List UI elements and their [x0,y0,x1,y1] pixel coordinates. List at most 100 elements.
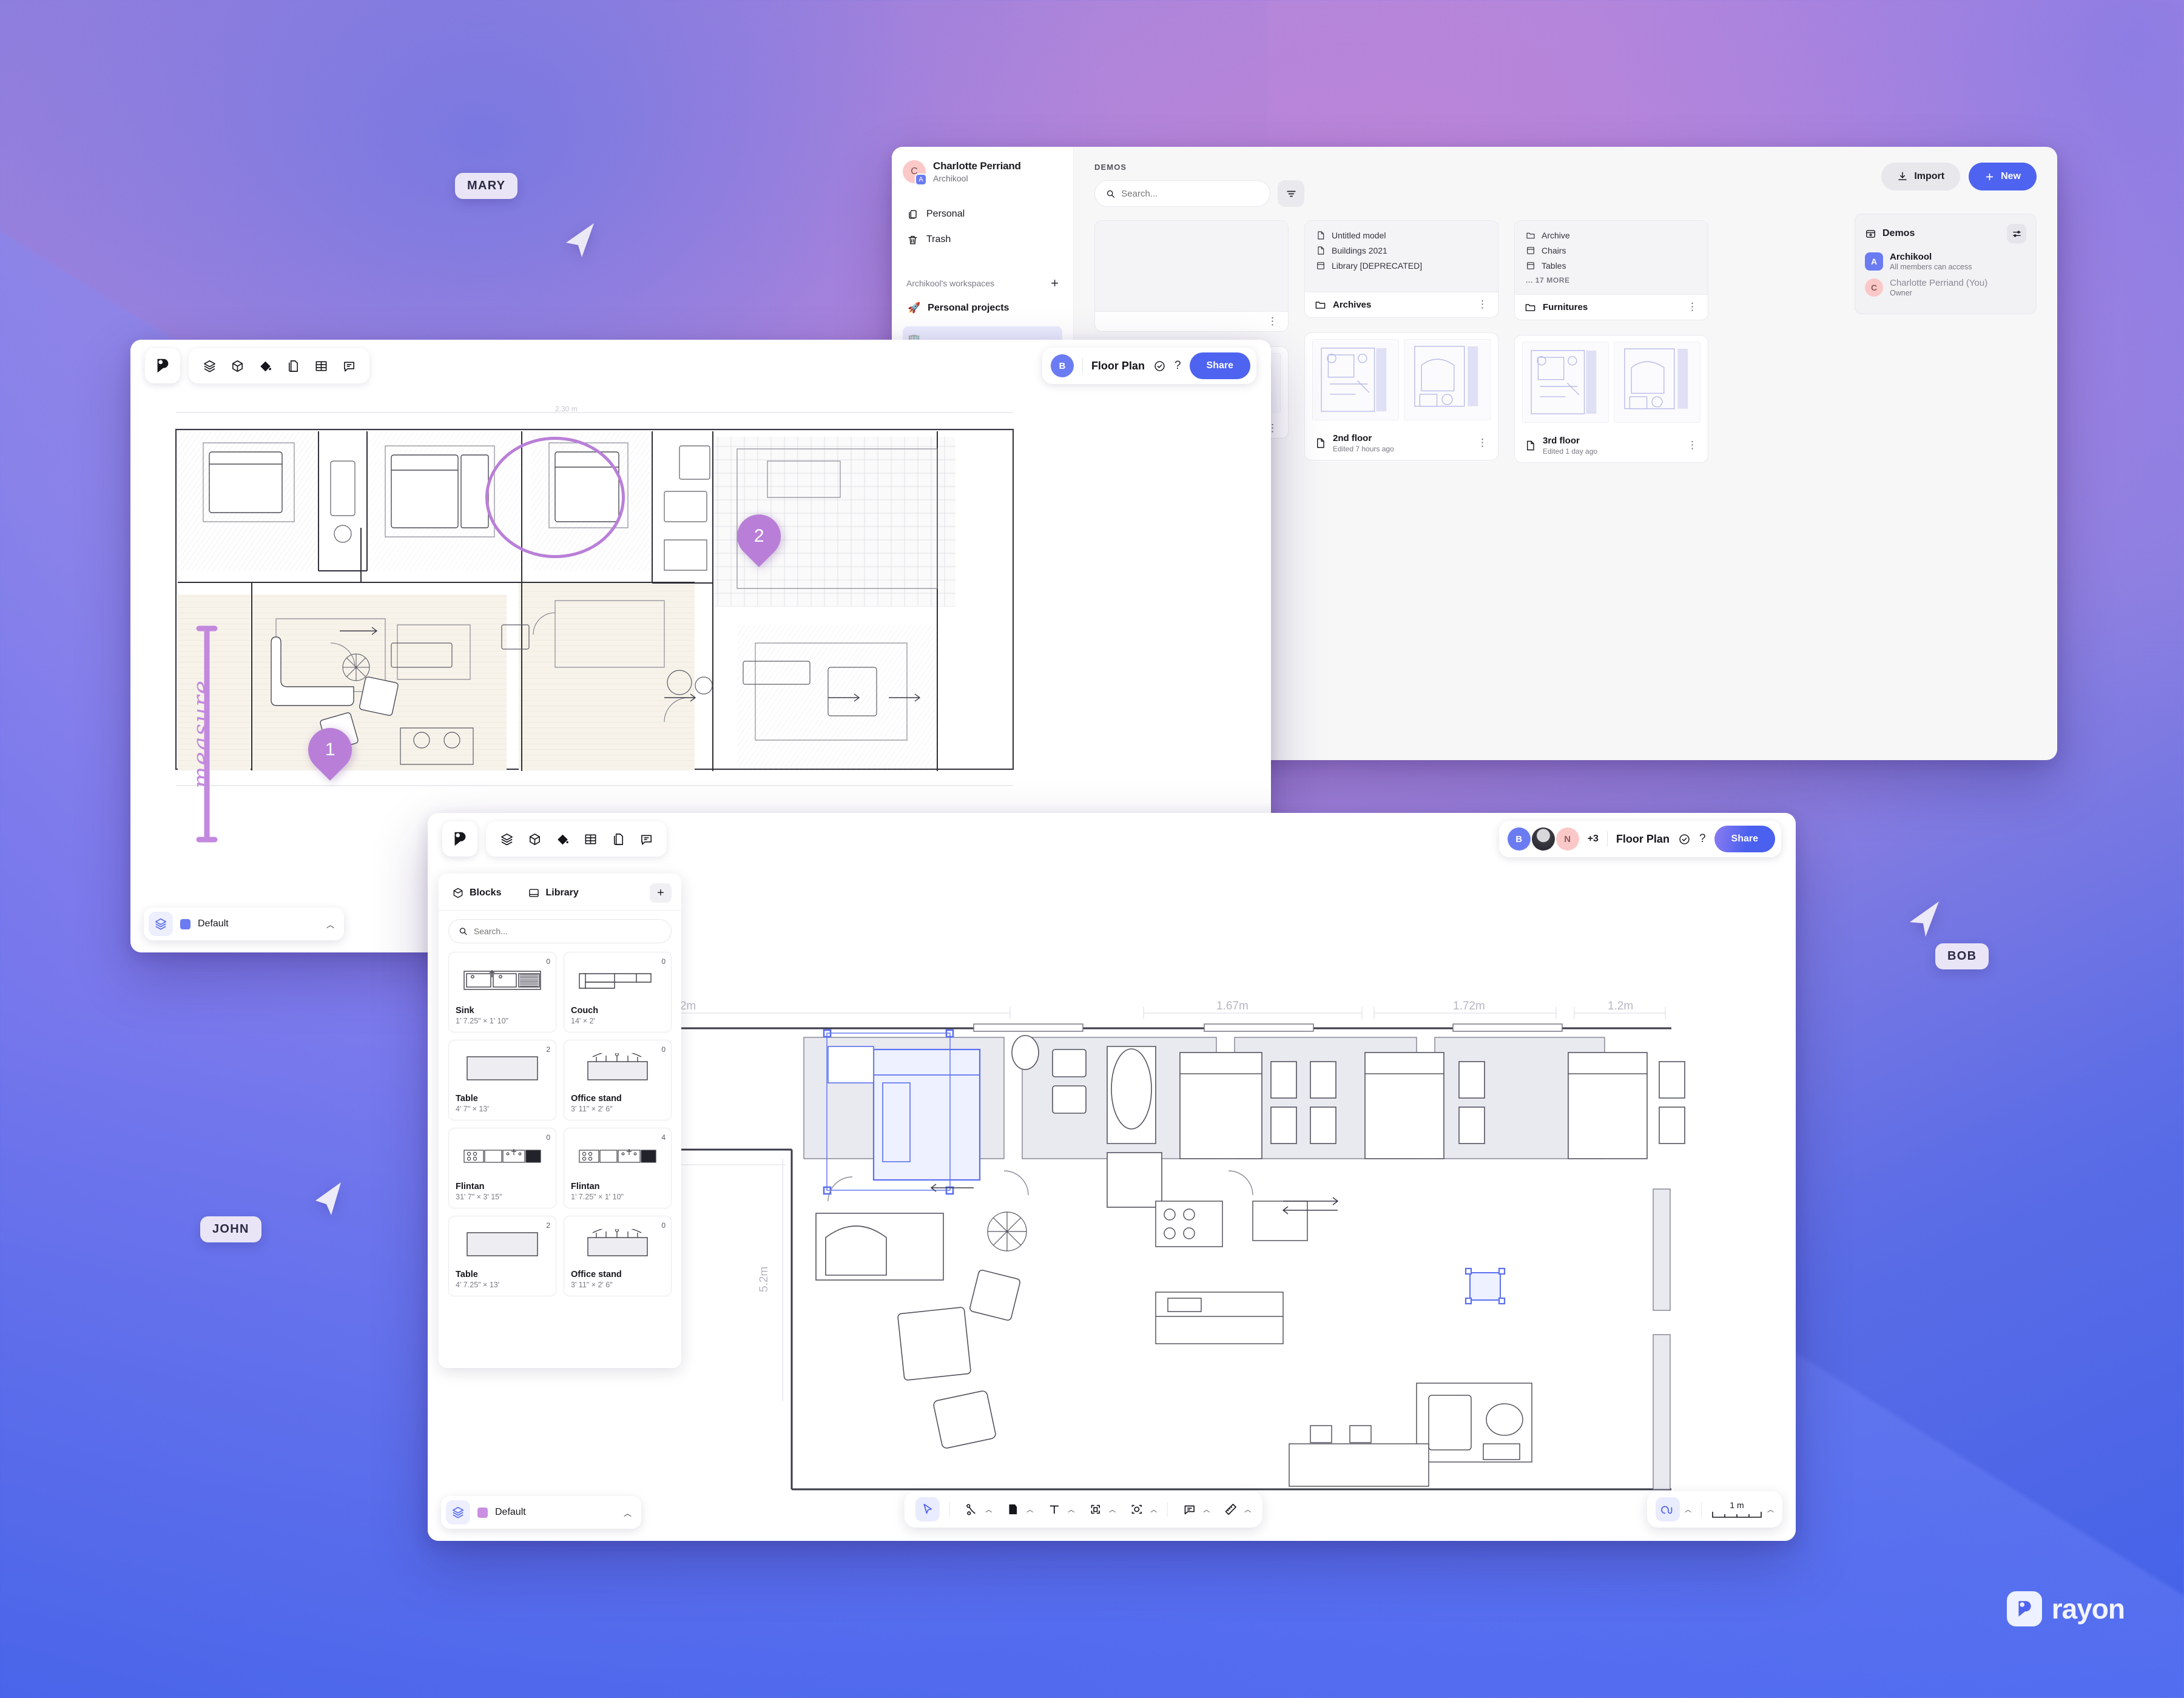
chevron-up-icon[interactable]: ︿ [624,1507,632,1518]
card-preview: Untitled model Buildings 2021 Library [D… [1305,221,1498,292]
card-menu-button[interactable]: ⋮ [1687,440,1698,450]
table-icon[interactable] [309,354,333,378]
frame-tool[interactable]: ︿ [1079,1497,1119,1521]
library-item-dimensions: 4' 7.25" × 13' [456,1281,500,1289]
library-item-dimensions: 1' 7.25" × 1' 10" [456,1017,508,1025]
help-button[interactable]: ? [1175,359,1181,372]
file-card-3rd-floor[interactable]: 3rd floor Edited 1 day ago ⋮ [1514,335,1708,463]
library-search-input[interactable] [473,926,661,936]
library-item[interactable]: 0 Office stand 3' 11" × 2' 6" [564,1216,672,1296]
comment-icon[interactable] [337,354,361,378]
filter-button[interactable] [1278,180,1304,207]
library-item[interactable]: 2 Table 4' 7" × 13' [448,1040,556,1120]
paint-bucket-icon[interactable] [253,354,277,378]
workspaces-header: Archikool's workspaces + [903,277,1062,290]
library-item[interactable]: 0 Sink 1' 7.25" × 1' 10" [448,952,556,1033]
magnet-icon[interactable] [1656,1497,1680,1521]
shape-tool[interactable]: ︿ [997,1497,1037,1521]
chevron-up-icon[interactable]: ︿ [1109,1504,1116,1514]
info-panel: Demos A Archikool All members can access… [1855,214,2037,314]
comment-icon[interactable] [634,827,658,851]
file-card-archives[interactable]: Untitled model Buildings 2021 Library [D… [1304,220,1498,318]
search-icon [1107,190,1115,198]
block-icon[interactable] [225,354,249,378]
settings-button[interactable] [2007,224,2026,243]
chevron-up-icon[interactable]: ︿ [1244,1504,1251,1514]
comment-pin-1[interactable]: 1 [299,719,361,781]
library-icon [1527,262,1534,269]
page-icon[interactable] [606,827,630,851]
check-circle-icon [1154,360,1165,371]
comment-pin-2[interactable]: 2 [728,505,790,567]
layer-selector-bottom[interactable]: Default ︿ [441,1496,641,1529]
layers-icon[interactable] [197,354,221,378]
chevron-up-icon[interactable]: ︿ [1068,1504,1074,1514]
file-card-2nd-floor[interactable]: 2nd floor Edited 7 hours ago ⋮ [1304,332,1498,460]
help-button[interactable]: ? [1699,832,1706,846]
layers-icon[interactable] [494,827,519,851]
sidebar-item-trash[interactable]: Trash [903,227,1062,252]
library-item[interactable]: 2 Table 4' 7.25" × 13' [448,1216,556,1296]
add-workspace-button[interactable]: + [1051,277,1059,290]
paint-bucket-icon[interactable] [550,827,575,851]
files-icon [906,208,918,220]
share-button[interactable]: Share [1189,352,1250,379]
chevron-up-icon[interactable]: ︿ [326,918,334,930]
chevron-up-icon[interactable]: ︿ [1150,1504,1157,1514]
avatar[interactable] [1531,827,1555,851]
comment-tool[interactable]: ︿ [1173,1497,1213,1521]
block-tool[interactable]: ︿ [1121,1497,1161,1521]
editor-bottom-right-group: B N +3 Floor Plan ? Share [1498,821,1781,857]
card-preview [1095,221,1288,312]
card-menu-button[interactable]: ⋮ [1477,299,1488,309]
chevron-up-icon[interactable]: ︿ [1203,1504,1210,1514]
layer-selector-top[interactable]: Default ︿ [144,908,344,940]
library-item-dimensions: 3' 11" × 2' 6" [571,1105,613,1113]
card-menu-button[interactable]: ⋮ [1477,437,1488,448]
card-menu-button[interactable]: ⋮ [1687,302,1698,312]
card-subtitle: Edited 7 hours ago [1333,444,1394,453]
line-tool[interactable]: ︿ [956,1497,996,1521]
file-card-furnitures[interactable]: Archive Chairs Tables ... 17 MORE Furnit… [1514,220,1708,320]
workspace-item-personal-projects[interactable]: 🚀 Personal projects [903,295,1062,322]
avatar[interactable]: B [1507,827,1531,851]
text-tool[interactable]: ︿ [1038,1497,1078,1521]
avatar[interactable]: B [1050,354,1074,377]
table-icon[interactable] [578,827,602,851]
chevron-up-icon[interactable]: ︿ [1685,1504,1691,1514]
member-name-suffix: (You) [1966,278,1988,288]
library-item[interactable]: 4 Flintan 1' 7.25" × 1' 10" [564,1128,672,1208]
add-block-button[interactable]: + [650,883,672,903]
share-button[interactable]: Share [1714,826,1775,852]
user-profile[interactable]: C A Charlotte Perriand Archikool [903,160,1062,186]
file-icon [1317,438,1324,448]
block-icon[interactable] [522,827,547,851]
new-button[interactable]: New [1969,163,2037,190]
card-menu-button[interactable]: ⋮ [1267,316,1278,326]
sidebar-item-personal[interactable]: Personal [903,201,1062,227]
member-row[interactable]: C Charlotte Perriand (You) Owner [1865,278,2026,297]
search-box[interactable] [1094,180,1270,207]
file-icon [1527,440,1534,451]
library-item[interactable]: 0 Flintan 31' 7" × 3' 15" [448,1128,556,1208]
member-row[interactable]: A Archikool All members can access [1865,252,2026,271]
measure-tool[interactable]: ︿ [1215,1497,1255,1521]
member-name: Archikool [1890,252,1932,262]
avatar[interactable]: N [1555,827,1579,851]
library-item[interactable]: 0 Office stand 3' 11" × 2' 6" [564,1040,672,1120]
select-tool[interactable] [911,1497,943,1521]
rayon-logo-button[interactable] [145,348,180,383]
file-card-placeholder[interactable]: ⋮ [1094,220,1289,332]
tab-library[interactable]: Library [524,884,582,901]
rayon-logo-button[interactable] [442,821,477,857]
chevron-up-icon[interactable]: ︿ [1767,1504,1774,1514]
chevron-up-icon[interactable]: ︿ [1026,1504,1033,1514]
library-search-box[interactable] [448,919,672,943]
page-icon[interactable] [281,354,305,378]
import-button[interactable]: Import [1881,163,1961,190]
library-item[interactable]: 0 Couch 14' × 2' [564,952,672,1033]
tab-blocks[interactable]: Blocks [448,884,505,901]
chevron-up-icon[interactable]: ︿ [985,1504,992,1514]
search-input[interactable] [1121,188,1259,199]
member-name: Charlotte Perriand (You) [1890,278,1987,288]
